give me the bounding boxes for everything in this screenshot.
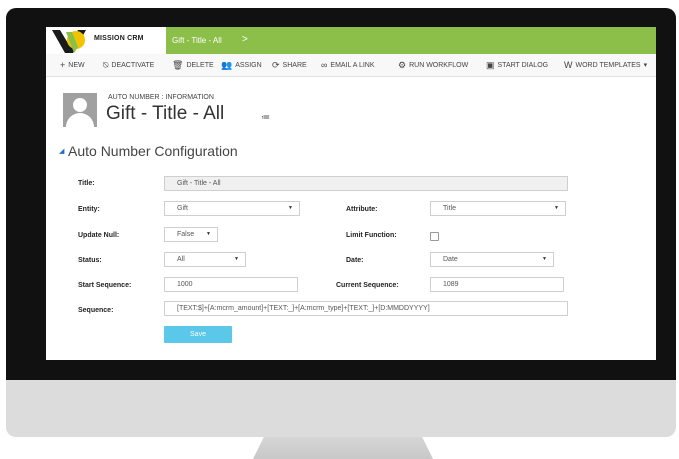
date-label: Date: [346,257,364,264]
page-title: Gift - Title - All [106,103,225,124]
share-button[interactable]: ⟳ SHARE [272,60,307,71]
save-button[interactable]: Save [164,326,232,343]
section-title: Auto Number Configuration [68,143,238,159]
logo-text: MISSION CRM [94,35,144,42]
assign-icon: 👥 [221,60,233,70]
sequence-label: Sequence: [78,307,114,314]
top-nav-bar: MISSION CRM Gift - Title - All > [46,27,656,54]
current-sequence-label: Current Sequence: [336,282,399,289]
deactivate-icon: ⍉ [103,60,109,70]
start-sequence-label: Start Sequence: [78,282,132,289]
delete-button[interactable]: 🗑 DELETE [172,60,214,71]
title-label: Title: [78,180,95,187]
logo[interactable]: MISSION CRM [46,27,166,54]
form-selector-icon[interactable]: ≔ [261,112,270,123]
breadcrumb-chevron-icon[interactable]: > [242,34,248,45]
plus-icon: + [60,60,66,70]
monitor-chin [6,380,676,437]
date-dropdown[interactable]: Date [430,252,554,267]
start-sequence-input[interactable]: 1000 [164,277,298,292]
word-templates-button[interactable]: W WORD TEMPLATES ▾ [564,60,647,70]
entity-field-label: Entity: [78,206,100,213]
assign-button[interactable]: 👥 ASSIGN [221,60,262,71]
collapse-caret-icon[interactable]: ◢ [59,147,64,155]
update-null-dropdown[interactable]: False [164,227,218,242]
current-sequence-input[interactable]: 1089 [430,277,564,292]
new-button[interactable]: + NEW [60,60,85,70]
share-icon: ⟳ [272,60,280,70]
attribute-label: Attribute: [346,206,378,213]
entity-dropdown[interactable]: Gift [164,201,300,216]
breadcrumb[interactable]: Gift - Title - All [172,36,222,45]
trash-icon: 🗑 [172,60,184,70]
start-dialog-button[interactable]: ▣ START DIALOG [486,60,548,71]
email-a-link-button[interactable]: ∞ EMAIL A LINK [321,60,375,70]
run-workflow-button[interactable]: ⚙ RUN WORKFLOW [398,60,468,71]
sequence-input[interactable]: [TEXT:$]+[A:mcrm_amount]+[TEXT:_]+[A:mcr… [164,301,568,316]
limit-function-label: Limit Function: [346,232,397,239]
attribute-dropdown[interactable]: Title [430,201,566,216]
record-avatar-icon [63,93,97,127]
entity-label: AUTO NUMBER : INFORMATION [108,94,214,101]
word-icon: W [564,60,573,70]
limit-function-checkbox[interactable] [430,232,439,241]
mission-crm-logo-icon [52,30,86,53]
update-null-label: Update Null: [78,232,120,239]
chevron-down-icon: ▾ [643,62,648,69]
deactivate-button[interactable]: ⍉ DEACTIVATE [103,60,154,71]
link-icon: ∞ [321,60,328,70]
title-field[interactable]: Gift - Title - All [164,176,568,191]
workflow-icon: ⚙ [398,60,407,70]
status-label: Status: [78,257,102,264]
command-bar: + NEW ⍉ DEACTIVATE 🗑 DELETE 👥 ASSIGN ⟳ SHARE … [46,54,656,77]
status-dropdown[interactable]: All [164,252,246,267]
screen: MISSION CRM Gift - Title - All > + NEW ⍉ D… [46,27,656,360]
dialog-icon: ▣ [486,60,495,70]
monitor-stand [253,437,433,459]
